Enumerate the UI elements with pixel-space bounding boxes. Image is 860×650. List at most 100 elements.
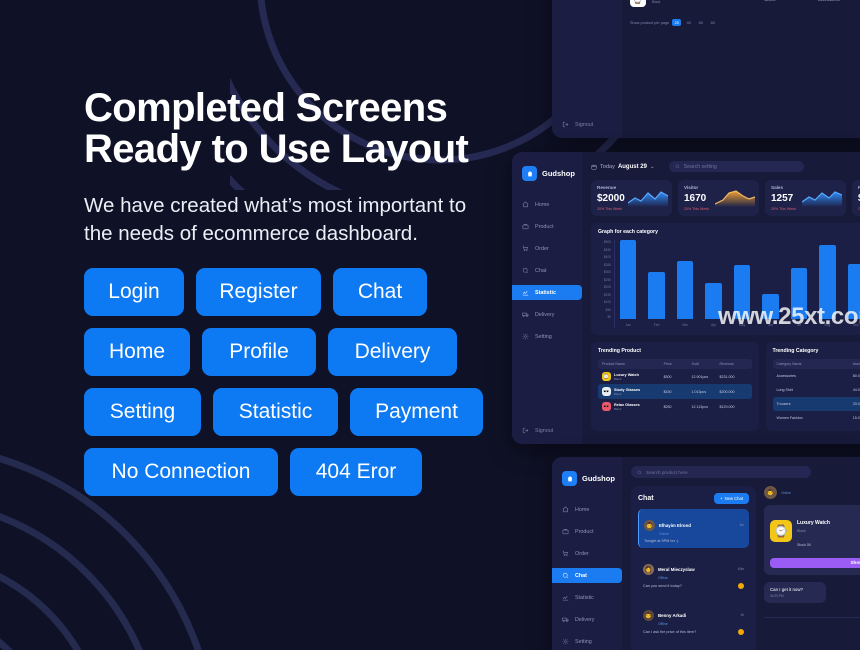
sidebar-item-setting[interactable]: Setting bbox=[512, 329, 582, 344]
unread-badge bbox=[738, 583, 744, 589]
product-price: $150 bbox=[663, 389, 672, 394]
category-name: Trousers bbox=[776, 402, 791, 406]
product-thumb-icon: 🕶️ bbox=[602, 402, 611, 411]
list-item[interactable]: 👨 Benny Arkadi Offline 1h Can I ask the … bbox=[638, 599, 749, 640]
page-size-20[interactable]: 20 bbox=[672, 19, 682, 26]
product-name: Luxury Watch bbox=[614, 372, 639, 377]
sidebar-item-product[interactable]: Product bbox=[552, 524, 622, 539]
col-revenue: Revenue bbox=[719, 362, 734, 366]
sidebar-item-chat[interactable]: Chat bbox=[512, 263, 582, 278]
product-card[interactable]: ⌚ Luxury Watch Black Stock 50 $ 230 bbox=[764, 505, 860, 575]
cart-icon bbox=[562, 550, 569, 557]
product-thumb-icon: ⌚ bbox=[602, 372, 611, 381]
page-size-80[interactable]: 80 bbox=[708, 19, 717, 26]
sidebar-item-delivery[interactable]: Delivery bbox=[552, 612, 622, 627]
truck-icon bbox=[562, 616, 569, 623]
new-chat-button[interactable]: + New Chat bbox=[714, 493, 749, 504]
stat-card-revenue[interactable]: Revenue $2000 20% This Week bbox=[591, 180, 672, 216]
button-no-connection[interactable]: No Connection bbox=[84, 448, 278, 496]
stat-change: 20% This Week bbox=[771, 207, 797, 211]
button-delivery[interactable]: Delivery bbox=[328, 328, 457, 376]
products-pagination: Show product per page 20 40 60 80 1 2 3 … bbox=[622, 12, 860, 33]
table-row[interactable]: Women Fashion 15.03 lpcs $119.000 bbox=[773, 411, 860, 425]
stat-card-sales[interactable]: Sales 1257 20% This Week bbox=[765, 180, 846, 216]
sidebar-item-statistic[interactable]: Statistic bbox=[552, 590, 622, 605]
chart-bar-group: Mar bbox=[672, 240, 698, 327]
button-statistic[interactable]: Statistic bbox=[213, 388, 338, 436]
table-row[interactable]: 🕶️ Relax Glasses Black $250 12.113pcs $1… bbox=[598, 399, 752, 414]
y-tick: $50 bbox=[605, 307, 611, 312]
mockup-products-dashboard[interactable]: Signout 🕶️ Study Glasses Black $150 Acce… bbox=[552, 0, 860, 138]
table-row[interactable]: Accessories 80.03 lpcs $231.000 bbox=[773, 369, 860, 383]
home-icon bbox=[562, 506, 569, 513]
date-filter[interactable]: Today August 29 ⌄ bbox=[591, 164, 655, 170]
stat-card-visitor[interactable]: Visitor 1670 20% This Week bbox=[678, 180, 759, 216]
products-signout-button[interactable]: Signout bbox=[562, 121, 593, 128]
sidebar-item-statistic[interactable]: Statistic bbox=[512, 285, 582, 300]
page-size-60[interactable]: 60 bbox=[696, 19, 705, 26]
sidebar-item-home[interactable]: Home bbox=[552, 502, 622, 517]
chat-search-input[interactable]: Search product here bbox=[631, 466, 811, 478]
stats-brand: Gudshop bbox=[522, 166, 582, 181]
list-item[interactable]: 👨 Elhayim Elrond Online 4m Tonight at 9P… bbox=[638, 509, 749, 548]
chat-main: Search product here Today Chat + New Cha… bbox=[622, 457, 860, 650]
product-row[interactable]: ⌚ Iwatch Series 3 Black $1000 Accessorie… bbox=[622, 0, 860, 12]
message-time: 1h bbox=[740, 613, 744, 617]
list-item[interactable]: 👩 Meral Mieczyslaw Offline 40m Can you s… bbox=[638, 553, 749, 594]
button-chat[interactable]: Chat bbox=[333, 268, 427, 316]
product-sold: 12.901pcs bbox=[691, 374, 709, 379]
sidebar-item-order[interactable]: Order bbox=[552, 546, 622, 561]
sidebar-item-setting[interactable]: Setting bbox=[552, 634, 622, 649]
product-revenue: $129.000 bbox=[719, 404, 735, 409]
button-register[interactable]: Register bbox=[196, 268, 321, 316]
sidebar-item-delivery[interactable]: Delivery bbox=[512, 307, 582, 322]
col-category-name: Category Name bbox=[776, 362, 802, 366]
show-detail-button[interactable]: Show Detail bbox=[770, 557, 860, 568]
message-time: 4m bbox=[739, 523, 744, 527]
sidebar-item-product[interactable]: Product bbox=[512, 219, 582, 234]
product-revenue: $200.000 bbox=[719, 389, 735, 394]
button-login[interactable]: Login bbox=[84, 268, 184, 316]
mockup-statistic-dashboard[interactable]: Gudshop Home Product Order Chat Statisti… bbox=[512, 152, 860, 444]
page-size-40[interactable]: 40 bbox=[684, 19, 693, 26]
peer-status: Online bbox=[781, 490, 791, 495]
stat-card-profit[interactable]: Profit $5257 20% This Week bbox=[852, 180, 860, 216]
search-icon bbox=[637, 470, 642, 474]
x-tick: Feb bbox=[653, 323, 660, 327]
sidebar-item-chat[interactable]: Chat bbox=[552, 568, 622, 583]
search-input[interactable]: Search setting bbox=[668, 161, 804, 172]
product-price: $300 bbox=[663, 374, 672, 379]
table-row[interactable]: Trousers 33.03 lpcs $129.000 bbox=[772, 397, 860, 411]
list-item[interactable]: 👩 Ravenna Viena Offline 2 th Thanks a lo… bbox=[638, 645, 749, 650]
products-main: 🕶️ Study Glasses Black $150 Accessories … bbox=[622, 0, 860, 138]
stats-signout-button[interactable]: Signout bbox=[522, 427, 553, 434]
product-sold: 1.013pcs bbox=[691, 389, 707, 394]
sidebar-label-setting: Setting bbox=[535, 333, 552, 340]
table-row[interactable]: ⌚ Luxury Watch Black $300 12.901pcs $231… bbox=[598, 369, 752, 384]
conversation-list-header: Chat + New Chat bbox=[638, 493, 749, 504]
button-payment[interactable]: Payment bbox=[350, 388, 483, 436]
chat-topbar: Search product here Today bbox=[631, 466, 860, 478]
stock-value: 50 bbox=[807, 543, 811, 547]
sidebar-item-order[interactable]: Order bbox=[512, 241, 582, 256]
sidebar-item-home[interactable]: Home bbox=[512, 197, 582, 212]
avatar: 👨 bbox=[644, 519, 655, 531]
product-variant: Black bbox=[797, 529, 806, 533]
unread-badge bbox=[738, 629, 744, 635]
button-profile[interactable]: Profile bbox=[202, 328, 316, 376]
product-price: $1000 bbox=[765, 0, 819, 2]
stats-nav: Home Product Order Chat Statistic Delive… bbox=[512, 197, 582, 344]
chart-bars: JanFebMarAprMayJunJulAugSepOctNov bbox=[614, 240, 860, 328]
product-thumb-icon: ⌚ bbox=[770, 520, 792, 542]
chevron-down-icon: ⌄ bbox=[649, 163, 655, 170]
button-404-error[interactable]: 404 Eror bbox=[290, 448, 422, 496]
search-placeholder: Search setting bbox=[683, 163, 717, 170]
stats-sidebar: Gudshop Home Product Order Chat Statisti… bbox=[512, 152, 582, 444]
mockup-chat-dashboard[interactable]: Gudshop Home Product Order Chat Statisti… bbox=[552, 457, 860, 650]
button-home[interactable]: Home bbox=[84, 328, 190, 376]
table-row[interactable]: Long Shirt 44.03 lpcs $200.000 bbox=[773, 383, 860, 397]
products-sidebar: Signout bbox=[552, 0, 622, 138]
chart-bar bbox=[648, 271, 665, 319]
table-row[interactable]: 🕶️ Study Glasses Black $150 1.013pcs $20… bbox=[598, 384, 752, 399]
button-setting[interactable]: Setting bbox=[84, 388, 201, 436]
